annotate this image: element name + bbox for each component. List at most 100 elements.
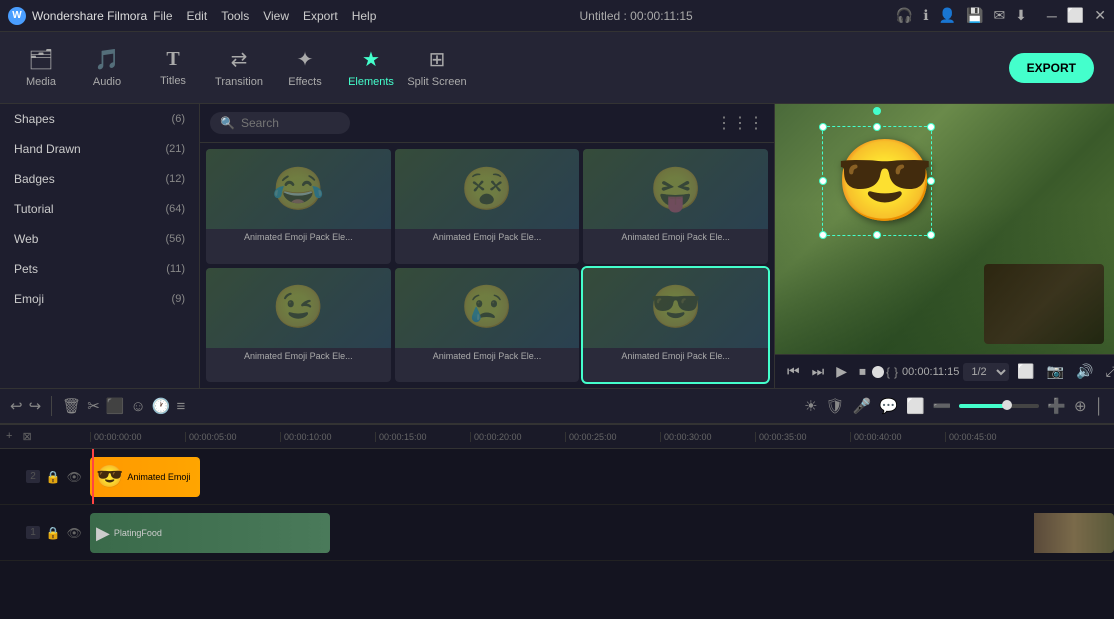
- handle-mid-right[interactable]: [927, 177, 935, 185]
- selection-box[interactable]: [822, 126, 932, 236]
- zoom-out-icon[interactable]: ➖: [933, 397, 952, 415]
- time-display: 00:00:11:15: [902, 366, 959, 378]
- emoji-edit-icon[interactable]: ☺: [130, 398, 145, 415]
- grid-item-0[interactable]: 😂 Animated Emoji Pack Ele...: [206, 149, 391, 264]
- view-mode-button[interactable]: ⬜: [1013, 361, 1038, 382]
- clip-emoji[interactable]: 😎 Animated Emoji: [90, 457, 200, 497]
- sidebar-item-badges[interactable]: Badges (12): [0, 164, 199, 194]
- handle-bot-right[interactable]: [927, 231, 935, 239]
- minimize-icon[interactable]: ─: [1047, 8, 1057, 24]
- grid-view-icon[interactable]: ⋮⋮⋮: [716, 113, 764, 133]
- person-icon[interactable]: 👤: [939, 7, 956, 24]
- clip-video[interactable]: ▶ PlatingFood: [90, 513, 330, 553]
- search-input-wrap[interactable]: 🔍: [210, 112, 350, 134]
- toolbar-audio[interactable]: 🎵 Audio: [76, 36, 138, 100]
- toolbar-effects[interactable]: ✦ Effects: [274, 36, 336, 100]
- mic-icon[interactable]: 🎤: [853, 397, 872, 415]
- ruler-3: 00:00:15:00: [375, 432, 470, 442]
- grid-item-5[interactable]: 😎 Animated Emoji Pack Ele...: [583, 268, 768, 383]
- track-lock-1[interactable]: 🔒: [46, 526, 61, 540]
- sidebar-item-tutorial[interactable]: Tutorial (64): [0, 194, 199, 224]
- timeline-magnet[interactable]: ⊠: [18, 430, 35, 443]
- grid-item-2[interactable]: 😝 Animated Emoji Pack Ele...: [583, 149, 768, 264]
- fit-icon[interactable]: ⊕: [1074, 397, 1087, 415]
- handle-top-right[interactable]: [927, 123, 935, 131]
- menu-view[interactable]: View: [263, 9, 289, 23]
- rotate-handle[interactable]: [873, 107, 881, 115]
- progress-knob[interactable]: [872, 366, 884, 378]
- toolbar-elements[interactable]: ★ Elements: [340, 36, 402, 100]
- grid-item-3[interactable]: 😉 Animated Emoji Pack Ele...: [206, 268, 391, 383]
- stop-button[interactable]: ⏹: [855, 361, 870, 382]
- clip-emoji-icon: 😎: [96, 464, 123, 490]
- toolbar-titles-label: Titles: [160, 75, 186, 87]
- redo-icon[interactable]: ↪: [29, 397, 42, 415]
- toolbar-transition[interactable]: ⇄ Transition: [208, 36, 270, 100]
- sidebar-item-handdrawn[interactable]: Hand Drawn (21): [0, 134, 199, 164]
- fullscreen-button[interactable]: ⤢: [1102, 361, 1114, 382]
- track-lock-2[interactable]: 🔒: [46, 470, 61, 484]
- bg-video-0: [206, 149, 391, 229]
- step-back-button[interactable]: ⏭: [808, 361, 829, 382]
- close-icon[interactable]: ✕: [1094, 7, 1106, 24]
- sun-icon[interactable]: ☀: [804, 397, 817, 415]
- toolbar-transition-label: Transition: [215, 76, 263, 88]
- bg-video-1: [395, 149, 580, 229]
- menu-tools[interactable]: Tools: [221, 9, 249, 23]
- zoom-slider[interactable]: [959, 404, 1039, 408]
- track-eye-1[interactable]: 👁: [67, 526, 82, 540]
- cut-icon[interactable]: ✂: [87, 397, 100, 415]
- timeline-add-track[interactable]: +: [0, 430, 18, 443]
- grid-label-2: Animated Emoji Pack Ele...: [583, 229, 768, 245]
- sidebar-tutorial-count: (64): [165, 203, 185, 215]
- handle-top-mid[interactable]: [873, 123, 881, 131]
- shield-icon[interactable]: 🛡: [826, 397, 845, 415]
- collapse-icon[interactable]: │: [1095, 398, 1104, 415]
- menu-export[interactable]: Export: [303, 9, 338, 23]
- search-input[interactable]: [241, 116, 341, 130]
- restore-icon[interactable]: ⬜: [1067, 7, 1084, 24]
- toolbar-titles[interactable]: T Titles: [142, 36, 204, 100]
- play-button[interactable]: ▶: [832, 361, 851, 382]
- handle-bot-mid[interactable]: [873, 231, 881, 239]
- sidebar-item-shapes[interactable]: Shapes (6): [0, 104, 199, 134]
- audio-button[interactable]: 🔊: [1072, 361, 1097, 382]
- handle-bot-left[interactable]: [819, 231, 827, 239]
- speed-icon[interactable]: 🕐: [152, 397, 171, 415]
- handle-mid-left[interactable]: [819, 177, 827, 185]
- handle-top-left[interactable]: [819, 123, 827, 131]
- sidebar-item-emoji[interactable]: Emoji (9): [0, 284, 199, 314]
- search-bar: 🔍 ⋮⋮⋮: [200, 104, 774, 143]
- delete-icon[interactable]: 🗑: [62, 397, 81, 415]
- export-button[interactable]: EXPORT: [1009, 53, 1094, 83]
- sidebar-item-pets[interactable]: Pets (11): [0, 254, 199, 284]
- bracket-start[interactable]: {: [886, 365, 890, 379]
- info-icon[interactable]: ℹ: [923, 7, 928, 24]
- screenshot-button[interactable]: 📷: [1043, 361, 1068, 382]
- menu-help[interactable]: Help: [352, 9, 377, 23]
- headphones-icon[interactable]: 🎧: [896, 7, 913, 24]
- quality-select[interactable]: 1/2 Full 1/4: [963, 363, 1009, 381]
- toolbar-splitscreen[interactable]: ⊞ Split Screen: [406, 36, 468, 100]
- audio-track-icon[interactable]: ≡: [176, 398, 185, 415]
- sidebar-badges-label: Badges: [14, 172, 55, 186]
- menu-edit[interactable]: Edit: [187, 9, 208, 23]
- menu-file[interactable]: File: [153, 9, 172, 23]
- track-eye-2[interactable]: 👁: [67, 470, 82, 484]
- zoom-in-icon[interactable]: ➕: [1047, 397, 1066, 415]
- toolbar-media[interactable]: 🗂 Media: [10, 36, 72, 100]
- grid-item-4[interactable]: 😢 Animated Emoji Pack Ele...: [395, 268, 580, 383]
- layout-icon[interactable]: ⬜: [906, 397, 925, 415]
- undo-icon[interactable]: ↩: [10, 397, 23, 415]
- zoom-knob[interactable]: [1002, 400, 1012, 410]
- mail-icon[interactable]: ✉: [993, 7, 1005, 24]
- rewind-button[interactable]: ⏮: [783, 361, 804, 382]
- crop-icon[interactable]: ⬛: [106, 397, 125, 415]
- menu-bar: File Edit Tools View Export Help: [153, 9, 376, 23]
- download-icon[interactable]: ⬇: [1015, 7, 1027, 24]
- grid-item-1[interactable]: 😵 Animated Emoji Pack Ele...: [395, 149, 580, 264]
- sidebar-item-web[interactable]: Web (56): [0, 224, 199, 254]
- chat-icon[interactable]: 💬: [879, 397, 898, 415]
- save-icon[interactable]: 💾: [966, 7, 983, 24]
- bracket-end[interactable]: }: [894, 365, 898, 379]
